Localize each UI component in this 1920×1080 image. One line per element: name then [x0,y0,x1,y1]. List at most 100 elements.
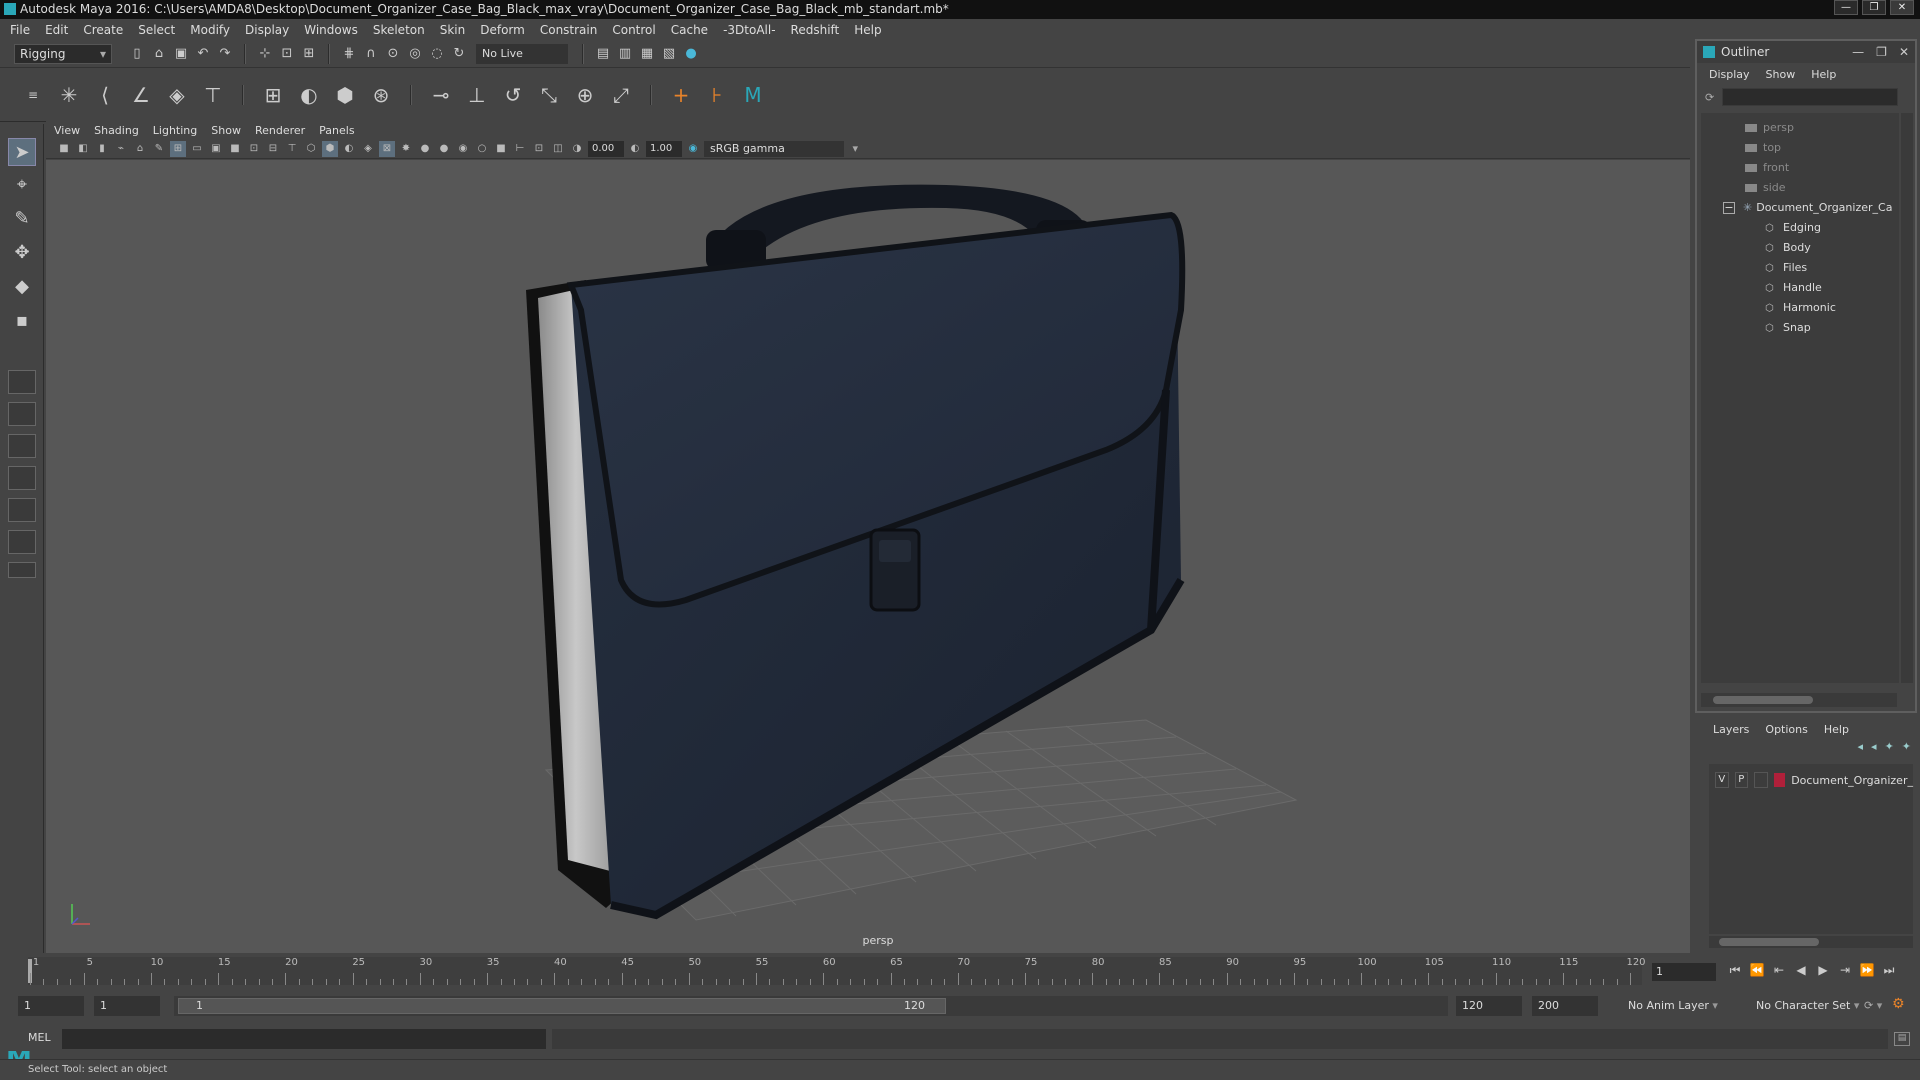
single-pane-layout-icon[interactable] [8,370,36,394]
select-tool-icon[interactable]: ➤ [8,138,36,166]
animation-prefs-icon[interactable]: ⚙ [1892,996,1905,1012]
menu-redshift[interactable]: Redshift [791,23,840,37]
joint-tool-icon[interactable]: ✳ [54,80,84,110]
scale-tool-icon[interactable]: ▪ [8,306,36,334]
outliner-item-mesh[interactable]: ⬡ Harmonic [1765,299,1836,317]
new-layer-icon[interactable]: ✦ [1885,740,1894,760]
menu-skeleton[interactable]: Skeleton [373,23,425,37]
default-lighting-icon[interactable]: ◐ [341,141,357,157]
menu-select[interactable]: Select [138,23,175,37]
perspective-viewport[interactable]: persp [46,160,1690,953]
snap-point-icon[interactable]: ⊙ [384,45,402,63]
menu-3dtoall[interactable]: -3DtoAll- [723,23,775,37]
snap-grid-icon[interactable]: ⋕ [340,45,358,63]
outliner-item-mesh[interactable]: ⬡ Snap [1765,319,1811,337]
wrap-icon[interactable]: ⬢ [330,80,360,110]
range-handle[interactable] [178,998,946,1014]
script-editor-icon[interactable]: ▤ [1894,1032,1910,1046]
layer-type-toggle[interactable] [1754,772,1768,788]
step-forward-key-icon[interactable]: ⏩ [1858,963,1876,978]
anti-aliasing-icon[interactable]: ■ [493,141,509,157]
current-frame-field[interactable]: 1 [1652,963,1716,981]
undo-icon[interactable]: ↶ [194,45,212,63]
layer-color-swatch[interactable] [1773,773,1786,787]
ipr-render-icon[interactable]: ▦ [638,45,656,63]
exposure-icon[interactable]: ◑ [569,141,585,157]
outliner-item-mesh[interactable]: ⬡ Files [1765,259,1807,277]
range-bar[interactable]: 1 120 [174,996,1448,1016]
ik-spline-icon[interactable]: ∠ [126,80,156,110]
panel-menu-panels[interactable]: Panels [319,124,354,137]
outliner-item-mesh[interactable]: ⬡ Body [1765,239,1811,257]
outliner-menu-show[interactable]: Show [1766,68,1796,81]
camera-lock-icon[interactable]: ◧ [75,141,91,157]
isolate-select-icon[interactable]: ⊢ [512,141,528,157]
wireframe-icon[interactable]: ⬡ [303,141,319,157]
minimize-button[interactable]: — [1834,0,1858,15]
bind-skin-icon[interactable]: ◈ [162,80,192,110]
play-backwards-icon[interactable]: ◀ [1792,963,1810,978]
aim-constraint-icon[interactable]: ⊥ [462,80,492,110]
move-tool-icon[interactable]: ✥ [8,238,36,266]
play-forwards-icon[interactable]: ▶ [1814,963,1832,978]
animation-start-field[interactable]: 1 [18,996,84,1016]
playback-end-field[interactable]: 120 [1456,996,1522,1016]
select-component-icon[interactable]: ⊞ [300,45,318,63]
menu-file[interactable]: File [10,23,30,37]
safe-title-icon[interactable]: ⊤ [284,141,300,157]
render-view-icon[interactable]: ▧ [660,45,678,63]
menu-deform[interactable]: Deform [480,23,525,37]
scroll-thumb[interactable] [1719,938,1819,946]
menu-skin[interactable]: Skin [440,23,466,37]
time-ruler[interactable]: 1 5 10 15 20 25 30 35 40 45 50 55 60 65 70 75 80 85 90 95 10… [28,957,1646,985]
move-layer-up-icon[interactable]: ◂ [1858,740,1864,760]
gamma-field[interactable]: 1.00 [646,140,682,157]
ik-handle-icon[interactable]: ⟨ [90,80,120,110]
live-surface-field[interactable]: No Live Surface [476,43,568,80]
motion-blur-icon[interactable]: ○ [474,141,490,157]
outliner-minimize-button[interactable]: — [1852,41,1864,63]
paint-select-tool-icon[interactable]: ✎ [8,204,36,232]
graph-layout-icon[interactable] [8,498,36,522]
snap-surface-icon[interactable]: ◌ [428,45,446,63]
step-back-frame-icon[interactable]: ⇤ [1770,963,1788,978]
outliner-item-camera[interactable]: persp [1745,119,1794,137]
scroll-thumb[interactable] [1713,696,1813,704]
outliner-menu-display[interactable]: Display [1709,68,1750,81]
menuset-dropdown[interactable]: Rigging [14,43,112,64]
panel-menu-shading[interactable]: Shading [94,124,139,137]
two-pane-layout-icon[interactable] [8,434,36,458]
lasso-tool-icon[interactable]: ⌖ [8,170,36,198]
redo-icon[interactable]: ↷ [216,45,234,63]
step-forward-frame-icon[interactable]: ⇥ [1836,963,1854,978]
pole-vector-icon[interactable]: ⤢ [606,80,636,110]
layer-menu-help[interactable]: Help [1824,723,1849,736]
outliner-item-mesh[interactable]: ⬡ Edging [1765,219,1821,237]
panel-menu-view[interactable]: View [54,124,80,137]
ambient-occlusion-icon[interactable]: ◉ [455,141,471,157]
grid-toggle-icon[interactable]: ⊞ [170,140,186,157]
safe-action-icon[interactable]: ⊟ [265,141,281,157]
select-hierarchy-icon[interactable]: ⊹ [256,45,274,63]
command-language-label[interactable]: MEL [28,1031,51,1044]
move-layer-down-icon[interactable]: ◂ [1871,740,1877,760]
xray-active-icon[interactable]: ◫ [550,141,566,157]
snap-view-icon[interactable]: ◎ [406,45,424,63]
render-settings-icon[interactable]: ▤ [594,45,612,63]
hypershade-layout-icon[interactable] [8,530,36,554]
layer-visibility-toggle[interactable]: V [1715,772,1729,788]
layer-playback-toggle[interactable]: P [1734,772,1749,788]
menu-cache[interactable]: Cache [671,23,708,37]
shelf-menu-icon[interactable]: ≡ [18,80,48,110]
menu-edit[interactable]: Edit [45,23,68,37]
color-management-icon[interactable]: ◉ [685,141,701,157]
menu-help[interactable]: Help [854,23,881,37]
layer-menu-layers[interactable]: Layers [1713,723,1749,736]
step-back-key-icon[interactable]: ⏪ [1748,963,1766,978]
menu-control[interactable]: Control [612,23,655,37]
menu-constrain[interactable]: Constrain [540,23,598,37]
xray-joints-icon[interactable]: ⊡ [531,141,547,157]
save-scene-icon[interactable]: ▣ [172,45,190,63]
panel-menu-renderer[interactable]: Renderer [255,124,305,137]
resolution-gate-icon[interactable]: ▣ [208,141,224,157]
